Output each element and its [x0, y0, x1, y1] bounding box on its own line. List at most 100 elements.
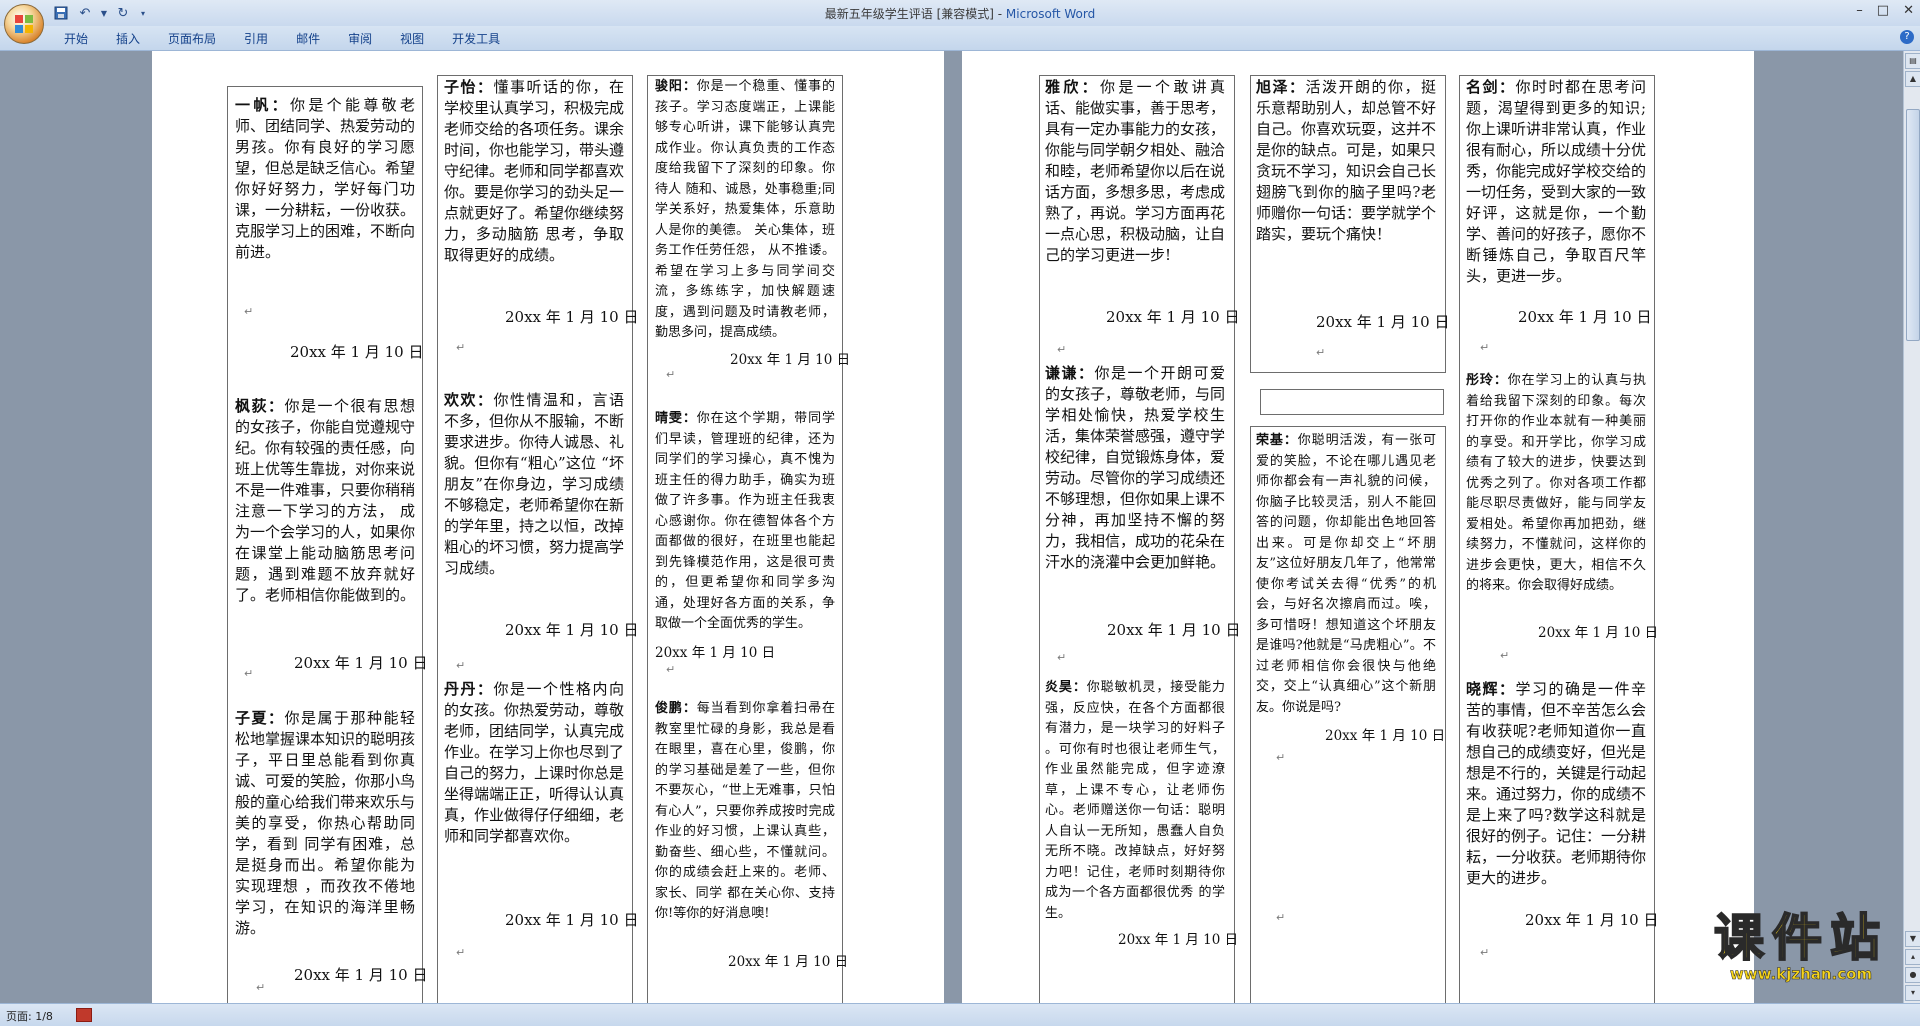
comment-date: 20xx 年 1 月 10 日 [1118, 932, 1239, 948]
student-name: 名剑： [1466, 78, 1516, 96]
comment-text: 每当看到你拿着扫帚在教室里忙碌的身影，我总是看在眼里，喜在心里，俊鹏，你的学习基… [655, 701, 835, 921]
comment-date: 20xx 年 1 月 10 日 [1107, 621, 1241, 639]
comment-text: 你在学习上的认真与执着给我留下深刻的印象。每次打开你的作业本就有一种美丽的享受。… [1466, 373, 1646, 593]
tab-review[interactable]: 审阅 [334, 30, 386, 48]
comment-huanhuan: 欢欢：你性情温和，言语不多，但你从不服输，不断 要求进步。你待人诚恳、礼貌。但你… [444, 390, 624, 579]
paragraph-mark-icon: ↵ [244, 667, 254, 680]
comment-fengrong: 枫荻：你是一个很有思想的女孩子，你能自觉遵规守纪。你有较强的责任感，向班上优等生… [235, 396, 415, 606]
office-button[interactable] [4, 4, 44, 44]
comment-text: 学习的确是一件辛苦的事情，但不辛苦怎么会有收获呢?老师知道你一直想自己的成绩变好… [1466, 680, 1647, 887]
student-name: 炎昊： [1045, 680, 1087, 695]
tab-mailings[interactable]: 邮件 [282, 30, 334, 48]
ruler-toggle-icon[interactable]: ▤ [1905, 53, 1920, 69]
paragraph-mark-icon: ↵ [1276, 751, 1286, 764]
previous-page-icon[interactable]: ▴ [1905, 949, 1920, 965]
next-page-icon[interactable]: ▾ [1905, 985, 1920, 1001]
comment-date: 20xx 年 1 月 10 日 [655, 645, 776, 661]
comment-text: 你时时都在思考问题，渴望得到更多的知识;你上课听讲非常认真，作业很有耐心，所以成… [1466, 78, 1647, 285]
comment-text: 活泼开朗的你，挺乐意帮助别人，却总管不好自己。你喜欢玩耍，这并不是你的缺点。可是… [1256, 78, 1437, 243]
student-name: 一帆： [235, 96, 290, 114]
tab-references[interactable]: 引用 [230, 30, 282, 48]
comment-date: 20xx 年 1 月 10 日 [1316, 313, 1450, 331]
comment-date: 20xx 年 1 月 10 日 [290, 343, 424, 361]
paragraph-mark-icon: ↵ [244, 305, 254, 318]
paragraph-mark-icon: ↵ [1500, 649, 1510, 662]
comment-text: 你是一个稳重、懂事的孩子。学习态度端正，上课能够专心听讲，课下能够认真完成作业。… [655, 79, 835, 340]
paragraph-mark-icon: ↵ [456, 341, 466, 354]
scroll-up-icon[interactable]: ▲ [1905, 71, 1920, 87]
ribbon: 开始 插入 页面布局 引用 邮件 审阅 视图 开发工具 ? [0, 26, 1920, 51]
watermark-text: 课件站 [1713, 909, 1888, 967]
comment-qingwen: 晴雯：你在这个学期，带同学们早读，管理班的纪律，还为同学们的学习操心，真不愧为班… [655, 409, 835, 635]
tab-view[interactable]: 视图 [386, 30, 438, 48]
comment-date: 20xx 年 1 月 10 日 [505, 621, 639, 639]
tab-page-layout[interactable]: 页面布局 [154, 30, 230, 48]
student-name: 晴雯： [655, 411, 697, 426]
student-name: 子夏： [235, 709, 285, 727]
comment-text: 懂事听话的你，在学校里认真学习，积极完成老师交给的各项任务。课余时间，你也能学习… [444, 78, 625, 264]
tab-insert[interactable]: 插入 [102, 30, 154, 48]
comment-xiaohui: 晓辉：学习的确是一件辛苦的事情，但不辛苦怎么会有收获呢?老师知道你一直想自己的成… [1466, 679, 1646, 889]
student-name: 俊鹏： [655, 701, 697, 716]
comment-zixia: 子夏：你是属于那种能轻松地掌握课本知识的聪明孩子，平日里总能看到你真诚、可爱的笑… [235, 708, 415, 939]
comment-date: 20xx 年 1 月 10 日 [294, 654, 428, 672]
paragraph-mark-icon: ↵ [456, 946, 466, 959]
comment-date: 20xx 年 1 月 10 日 [1325, 728, 1446, 744]
comment-date: 20xx 年 1 月 10 日 [1538, 625, 1659, 641]
title-bar: ↶ ▼ ↻ ▾ 最新五年级学生评语 [兼容模式] - Microsoft Wor… [0, 0, 1920, 27]
proofing-icon[interactable] [76, 1008, 92, 1022]
comment-junpeng: 俊鹏：每当看到你拿着扫帚在教室里忙碌的身影，我总是看在眼里，喜在心里，俊鹏，你的… [655, 699, 835, 925]
student-name: 荣基： [1256, 433, 1298, 448]
document-area[interactable]: 一帆：你是个能尊敬老师、团结同学、热爱劳动的男孩。你有良好的学习愿望，但总是缺乏… [0, 51, 1904, 1003]
paragraph-mark-icon: ↵ [1057, 343, 1067, 356]
comment-text: 你是一个很有思想的女孩子，你能自觉遵规守纪。你有较强的责任感，向班上优等生靠拢，… [235, 397, 416, 604]
comment-date: 20xx 年 1 月 10 日 [1518, 308, 1652, 326]
comment-ziyi: 子怡：懂事听话的你，在学校里认真学习，积极完成老师交给的各项任务。课余时间，你也… [444, 77, 624, 266]
window-title: 最新五年级学生评语 [兼容模式] - Microsoft Word [0, 5, 1920, 22]
comment-text: 你是一个敢讲真话、能做实事，善于思考，具有一定办事能力的女孩，你能与同学朝夕相处… [1045, 78, 1226, 264]
comment-qianqian: 谦谦：你是一个开朗可爱的女孩子，尊敬老师，与同学相处愉快，热爱学校生活，集体荣誉… [1045, 363, 1225, 573]
student-name: 子怡： [444, 78, 494, 96]
comment-date: 20xx 年 1 月 10 日 [294, 966, 428, 984]
comment-text: 你是一个性格内向的女孩。你热爱劳动，尊敬老师，团结同学，认真完成作业。在学习上你… [444, 680, 625, 845]
student-name: 欢欢： [444, 391, 494, 409]
close-icon[interactable]: ✕ [1903, 3, 1914, 18]
comment-junyang: 骏阳：你是一个稳重、懂事的孩子。学习态度端正，上课能够专心听讲，课下能够认真完成… [655, 77, 835, 344]
student-name: 雅欣： [1045, 78, 1100, 96]
scrollbar-thumb[interactable] [1906, 109, 1920, 341]
paragraph-mark-icon: ↵ [1480, 341, 1490, 354]
paragraph-mark-icon: ↵ [456, 659, 466, 672]
paragraph-mark-icon: ↵ [666, 663, 676, 676]
comment-tongling: 彤玲：你在学习上的认真与执着给我留下深刻的印象。每次打开你的作业本就有一种美丽的… [1466, 371, 1646, 597]
watermark-url: www.kjzhan.com [1729, 965, 1873, 984]
comment-date: 20xx 年 1 月 10 日 [1525, 911, 1659, 929]
minimize-icon[interactable]: – [1856, 3, 1863, 18]
comment-yanhao: 炎昊：你聪敏机灵，接受能力强，反应快，在各个方面都很有潜力，是一块学习的好料子 … [1045, 678, 1225, 924]
comment-yifan: 一帆：你是个能尊敬老师、团结同学、热爱劳动的男孩。你有良好的学习愿望，但总是缺乏… [235, 95, 415, 263]
select-browse-object-icon[interactable]: ● [1905, 967, 1920, 983]
tab-developer[interactable]: 开发工具 [438, 30, 514, 48]
tab-home[interactable]: 开始 [50, 30, 102, 48]
help-icon[interactable]: ? [1900, 30, 1914, 44]
comment-dandan: 丹丹：你是一个性格内向的女孩。你热爱劳动，尊敬老师，团结同学，认真完成作业。在学… [444, 679, 624, 847]
page-indicator[interactable]: 页面: 1/8 [6, 1008, 53, 1024]
student-name: 丹丹： [444, 680, 494, 698]
comment-date: 20xx 年 1 月 10 日 [728, 954, 849, 970]
comment-date: 20xx 年 1 月 10 日 [1106, 308, 1240, 326]
comment-yaxin: 雅欣：你是一个敢讲真话、能做实事，善于思考，具有一定办事能力的女孩，你能与同学朝… [1045, 77, 1225, 266]
student-name: 枫荻： [235, 397, 285, 415]
paragraph-mark-icon: ↵ [1480, 946, 1490, 959]
scroll-down-icon[interactable]: ▼ [1905, 931, 1920, 947]
comment-date: 20xx 年 1 月 10 日 [505, 911, 639, 929]
paragraph-mark-icon: ↵ [666, 368, 676, 381]
empty-text-box[interactable] [1260, 389, 1444, 415]
comment-text: 你是一个开朗可爱的女孩子，尊敬老师，与同学相处愉快，热爱学校生活，集体荣誉感强，… [1045, 364, 1226, 571]
comment-rongji: 荣基：你聪明活泼，有一张可爱的笑脸，不论在哪儿遇见老师你都会有一声礼貌的问候，你… [1256, 431, 1436, 718]
paragraph-mark-icon: ↵ [1276, 911, 1286, 924]
watermark-logo: 课件站 www.kjzhan.com [1713, 909, 1888, 984]
paragraph-mark-icon: ↵ [256, 981, 266, 994]
vertical-scrollbar[interactable]: ▤ ▲ ▼ ▴ ● ▾ [1903, 51, 1920, 1003]
student-name: 晓辉： [1466, 680, 1516, 698]
comment-text: 你性情温和，言语不多，但你从不服输，不断 要求进步。你待人诚恳、礼貌。但你有“粗… [444, 391, 625, 577]
maximize-icon[interactable]: □ [1877, 3, 1889, 18]
